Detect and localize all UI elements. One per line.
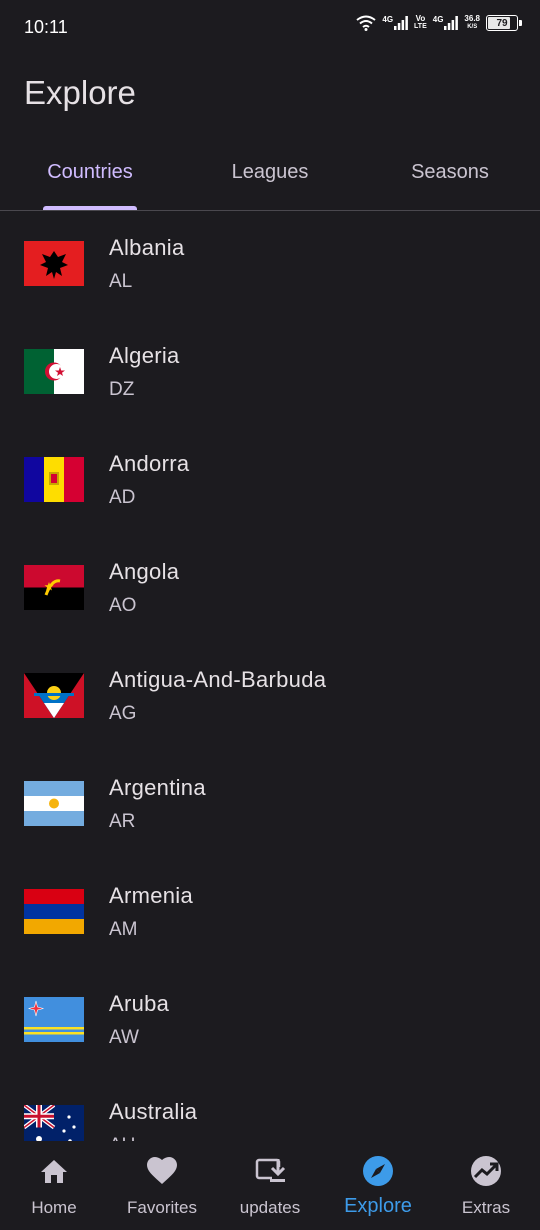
heart-icon: [147, 1157, 177, 1184]
signal-2: 4G: [433, 16, 459, 30]
tab-indicator: [43, 206, 137, 210]
wifi-icon: [356, 15, 376, 31]
volte-bottom: LTE: [414, 23, 427, 30]
flag-armenia-icon: [24, 889, 84, 934]
flag-andorra-icon: [24, 457, 84, 502]
signal-bars-icon: [444, 16, 459, 30]
list-item[interactable]: Angola AO: [0, 535, 540, 643]
speed-unit: K/S: [467, 24, 478, 30]
list-item[interactable]: Algeria DZ: [0, 319, 540, 427]
country-name: Armenia: [109, 883, 194, 908]
list-item[interactable]: Albania AL: [0, 211, 540, 319]
nav-label: Explore: [344, 1195, 412, 1217]
signal-bars-icon: [394, 16, 408, 30]
country-code: AG: [109, 703, 137, 724]
status-bar: 10:11 4G Vo LTE 4G 36.8 K/S 79: [0, 0, 540, 54]
tab-label: Countries: [47, 161, 133, 183]
country-name: Algeria: [109, 343, 180, 368]
nav-label: Extras: [461, 1198, 511, 1217]
battery-icon: 79: [486, 15, 522, 31]
network-type-2: 4G: [432, 15, 444, 24]
tab-bar: Countries Leagues Seasons: [0, 140, 540, 211]
compass-icon: [363, 1156, 393, 1186]
country-name: Antigua-And-Barbuda: [109, 667, 327, 692]
flag-aruba-icon: [24, 997, 84, 1042]
tab-countries[interactable]: Countries: [0, 140, 180, 210]
country-name: Andorra: [109, 451, 190, 476]
volte-top: Vo: [415, 14, 426, 23]
flag-antigua-and-barbuda-icon: [24, 673, 84, 718]
tab-leagues[interactable]: Leagues: [180, 140, 360, 210]
status-icons: 4G Vo LTE 4G 36.8 K/S 79: [356, 15, 522, 31]
country-code: AD: [109, 487, 136, 508]
list-item[interactable]: Australia AU: [0, 1075, 540, 1141]
nav-label: updates: [239, 1198, 301, 1217]
trending-icon: [471, 1156, 501, 1186]
speed-value: 36.8: [464, 14, 480, 23]
list-item[interactable]: Antigua-And-Barbuda AG: [0, 643, 540, 751]
flag-angola-icon: [24, 565, 84, 610]
signal-1: 4G: [382, 16, 408, 30]
country-code: AL: [109, 271, 133, 292]
country-code: AM: [109, 919, 138, 940]
nav-favorites[interactable]: Favorites: [108, 1141, 216, 1230]
network-type-1: 4G: [382, 15, 394, 24]
flag-australia-icon: [24, 1105, 84, 1141]
list-item[interactable]: Armenia AM: [0, 859, 540, 967]
home-icon: [41, 1160, 67, 1183]
country-code: AO: [109, 595, 137, 616]
tab-label: Seasons: [411, 161, 489, 183]
nav-explore[interactable]: Explore: [324, 1141, 432, 1230]
nav-label: Favorites: [127, 1198, 197, 1217]
country-list[interactable]: Albania AL Algeria DZ Andorra AD Angola …: [0, 211, 540, 1141]
list-item[interactable]: Andorra AD: [0, 427, 540, 535]
battery-level: 79: [496, 17, 508, 29]
tab-label: Leagues: [231, 161, 309, 183]
list-item[interactable]: Argentina AR: [0, 751, 540, 859]
volte-indicator: Vo LTE: [414, 15, 427, 31]
nav-home[interactable]: Home: [0, 1141, 108, 1230]
country-code: AR: [109, 811, 136, 832]
country-name: Albania: [109, 235, 185, 260]
flag-algeria-icon: [24, 349, 84, 394]
list-item[interactable]: Aruba AW: [0, 967, 540, 1075]
country-name: Angola: [109, 559, 180, 584]
net-speed: 36.8 K/S: [464, 15, 480, 31]
bottom-navigation: Home Favorites updates Explore Extras: [0, 1141, 540, 1230]
nav-extras[interactable]: Extras: [432, 1141, 540, 1230]
tab-seasons[interactable]: Seasons: [360, 140, 540, 210]
country-code: AW: [109, 1027, 139, 1048]
flag-argentina-icon: [24, 781, 84, 826]
country-name: Aruba: [109, 991, 170, 1016]
page-title: Explore: [24, 74, 136, 111]
country-name: Australia: [109, 1099, 198, 1124]
nav-updates[interactable]: updates: [216, 1141, 324, 1230]
country-name: Argentina: [109, 775, 206, 800]
status-time: 10:11: [24, 17, 68, 37]
flag-albania-icon: [24, 241, 84, 286]
nav-label: Home: [31, 1198, 77, 1217]
download-icon: [255, 1158, 286, 1182]
country-code: DZ: [109, 379, 135, 400]
